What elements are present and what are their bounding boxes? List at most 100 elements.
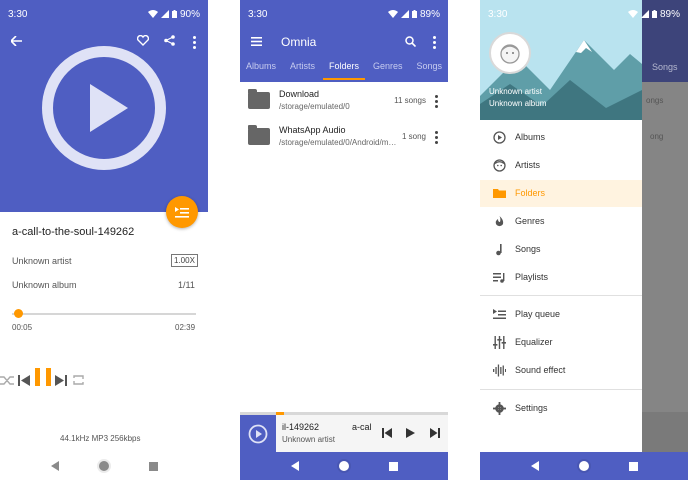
drawer-header-artist: Unknown artist <box>489 87 542 96</box>
playback-controls <box>0 368 208 392</box>
library-tabs: Albums Artists Folders Genres Songs <box>240 58 448 80</box>
audio-info: 44.1kHz MP3 256kbps <box>60 434 141 443</box>
elapsed-time: 00:05 <box>12 323 33 332</box>
battery-icon <box>411 10 417 18</box>
folder-icon <box>248 125 270 145</box>
status-bar: 3:30 90% <box>0 0 208 28</box>
dimmed-mini-player <box>642 412 688 452</box>
drawer-item-genres[interactable]: Genres <box>480 208 642 235</box>
library-folders-screen: 3:30 89% Omnia Albums Artists Folders Ge… <box>240 0 448 480</box>
mini-player-art <box>240 415 276 452</box>
drawer-item-equalizer[interactable]: Equalizer <box>480 329 642 356</box>
signal-icon <box>400 10 409 18</box>
queue-fab-button[interactable] <box>166 196 198 228</box>
drawer-item-label: Artists <box>515 160 541 170</box>
signal-icon <box>160 10 169 18</box>
nav-recents-icon[interactable] <box>628 461 638 471</box>
battery-level: 89% <box>659 8 680 20</box>
pause-icon[interactable] <box>34 368 51 386</box>
folder-icon <box>248 89 270 109</box>
overflow-menu-icon[interactable] <box>193 36 196 49</box>
nav-back-icon[interactable] <box>530 461 539 471</box>
repeat-icon[interactable] <box>72 374 85 386</box>
music-note-icon <box>496 244 502 256</box>
drawer-item-label: Folders <box>515 188 546 198</box>
folder-path: /storage/emulated/0 <box>279 102 350 111</box>
system-nav-bar <box>480 452 688 480</box>
nav-back-icon[interactable] <box>290 461 299 471</box>
status-bar: 3:30 89% <box>240 0 448 28</box>
nav-recents-icon[interactable] <box>388 461 398 471</box>
folder-name: WhatsApp Audio <box>279 125 346 135</box>
folder-icon <box>493 189 506 198</box>
drawer-divider <box>480 389 642 390</box>
mini-player-title-scroll: a-cal <box>352 422 372 432</box>
wifi-icon <box>147 10 158 18</box>
nav-home-icon[interactable] <box>338 461 349 471</box>
row-overflow-icon[interactable] <box>435 95 438 108</box>
folder-path: /storage/emulated/0/Android/media/com.wh… <box>279 138 397 147</box>
equalizer-icon <box>493 336 506 349</box>
shuffle-icon[interactable] <box>0 375 14 386</box>
drawer-item-playlists[interactable]: Playlists <box>480 264 642 291</box>
wifi-icon <box>387 10 398 18</box>
seek-thumb[interactable] <box>13 309 23 318</box>
drawer-item-folders[interactable]: Folders <box>480 180 642 207</box>
search-icon[interactable] <box>405 36 416 47</box>
folder-row[interactable]: Download /storage/emulated/0 11 songs <box>240 84 448 122</box>
drawer-item-settings[interactable]: Settings <box>480 395 642 422</box>
navigation-drawer: Unknown artist Unknown album 3:30 89% Al… <box>480 0 680 452</box>
total-duration: 02:39 <box>175 323 196 332</box>
row-overflow-icon[interactable] <box>435 131 438 144</box>
hamburger-menu-icon[interactable] <box>251 37 262 46</box>
mini-player-title: il-149262 <box>282 422 320 432</box>
drawer-item-sound-effect[interactable]: Sound effect <box>480 357 642 384</box>
system-nav-bar <box>0 452 208 480</box>
tab-albums[interactable]: Albums <box>246 58 276 80</box>
drawer-item-label: Play queue <box>515 309 561 319</box>
overflow-menu-icon[interactable] <box>433 36 436 49</box>
share-icon[interactable] <box>164 35 175 46</box>
drawer-item-play-queue[interactable]: Play queue <box>480 301 642 328</box>
nav-home-icon[interactable] <box>98 461 109 471</box>
nav-home-icon[interactable] <box>578 461 589 471</box>
wifi-icon <box>627 10 638 18</box>
previous-icon[interactable] <box>382 428 392 438</box>
nav-back-icon[interactable] <box>50 461 59 471</box>
play-icon[interactable] <box>406 428 415 438</box>
seek-bar[interactable] <box>12 309 196 318</box>
drawer-item-label: Songs <box>515 244 541 254</box>
track-album: Unknown album <box>12 280 77 290</box>
battery-level: 90% <box>179 8 200 20</box>
playback-speed-button[interactable]: 1.00X <box>171 254 198 267</box>
mini-player[interactable]: il-149262 a-cal Unknown artist <box>240 412 448 452</box>
next-icon[interactable] <box>430 428 440 438</box>
avatar <box>489 32 531 74</box>
tab-genres[interactable]: Genres <box>373 58 403 80</box>
now-playing-screen: 3:30 90% a-call-to-the-soul-149262 Unkno… <box>0 0 208 480</box>
drawer-item-artists[interactable]: Artists <box>480 152 642 179</box>
drawer-item-songs[interactable]: Songs <box>480 236 642 263</box>
play-circle-icon <box>248 424 268 443</box>
tab-songs[interactable]: Songs <box>416 58 442 80</box>
drawer-item-label: Genres <box>515 216 545 226</box>
folder-song-count: 11 songs <box>394 96 426 105</box>
back-arrow-icon[interactable] <box>11 36 22 46</box>
battery-level: 89% <box>419 8 440 20</box>
previous-icon[interactable] <box>18 375 31 386</box>
dimmed-count: ong <box>650 132 664 141</box>
drawer-item-albums[interactable]: Albums <box>480 124 642 151</box>
sound-wave-icon <box>493 364 506 377</box>
drawer-item-label: Sound effect <box>515 365 566 375</box>
tab-artists[interactable]: Artists <box>290 58 315 80</box>
drawer-divider <box>480 295 642 296</box>
nav-recents-icon[interactable] <box>148 461 158 471</box>
next-icon[interactable] <box>55 375 68 386</box>
folder-row[interactable]: WhatsApp Audio /storage/emulated/0/Andro… <box>240 120 448 158</box>
tab-folders[interactable]: Folders <box>322 58 366 80</box>
drawer-item-label: Equalizer <box>515 337 553 347</box>
system-nav-bar <box>240 452 448 480</box>
mini-player-artist: Unknown artist <box>282 435 335 444</box>
artist-face-icon <box>493 159 506 172</box>
favorite-heart-icon[interactable] <box>137 35 149 46</box>
